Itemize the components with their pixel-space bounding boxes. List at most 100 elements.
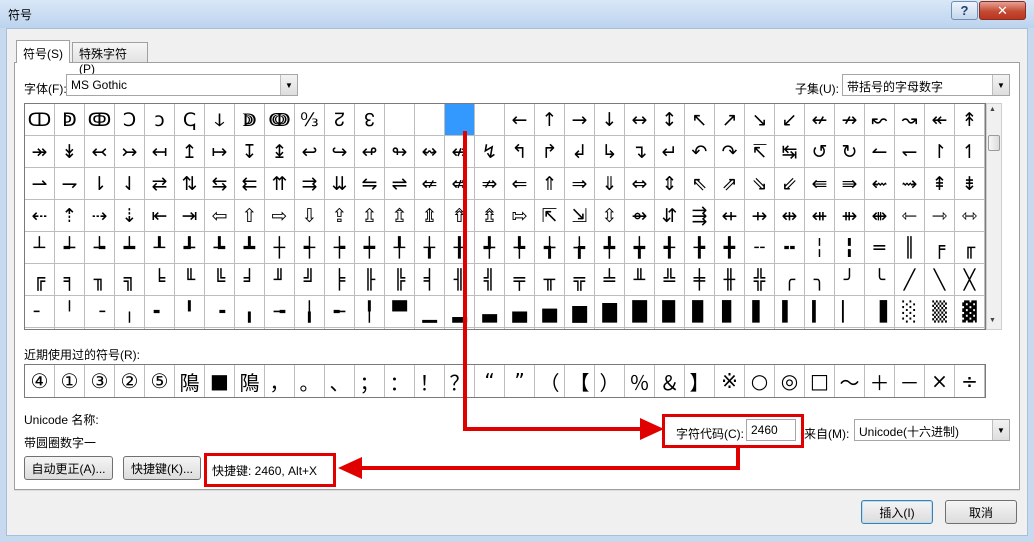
symbol-cell[interactable]: ╪ [685, 264, 715, 296]
symbol-cell[interactable]: ╛ [235, 264, 265, 296]
symbol-cell[interactable]: ↼ [865, 136, 895, 168]
symbol-cell[interactable]: ↅ [175, 104, 205, 136]
recent-symbol-cell[interactable]: ： [385, 365, 415, 397]
grid-scrollbar[interactable]: ▲ ▼ [986, 103, 1002, 330]
symbol-cell[interactable]: ╷ [115, 296, 145, 328]
symbol-cell[interactable]: ↵ [655, 136, 685, 168]
symbol-cell[interactable]: ↘ [745, 104, 775, 136]
symbol-cell[interactable]: ↪ [325, 136, 355, 168]
recent-symbol-cell[interactable]: ② [115, 365, 145, 397]
symbol-cell[interactable]: ⇠ [25, 200, 55, 232]
recent-symbol-cell[interactable]: × [925, 365, 955, 397]
symbol-cell[interactable]: ⇎ [445, 168, 475, 200]
symbol-cell[interactable]: ⇟ [955, 168, 985, 200]
symbol-cell[interactable]: ╚ [205, 264, 235, 296]
symbol-cell[interactable]: ╯ [835, 264, 865, 296]
symbol-cell[interactable]: ⇉ [295, 168, 325, 200]
symbol-cell[interactable]: ┿ [355, 232, 385, 264]
symbol-cell[interactable]: ▖ [85, 328, 115, 330]
symbol-cell[interactable]: ▰ [865, 328, 895, 330]
symbol-cell[interactable]: ⇂ [85, 168, 115, 200]
symbol-cell[interactable]: ⇔ [625, 168, 655, 200]
symbol-cell[interactable]: ┽ [295, 232, 325, 264]
recent-symbol-cell[interactable]: 。 [295, 365, 325, 397]
symbol-cell[interactable]: ▗ [115, 328, 145, 330]
symbol-cell[interactable]: ▁ [415, 296, 445, 328]
symbol-cell[interactable]: ↏ [475, 104, 505, 136]
symbol-cell[interactable]: ░ [895, 296, 925, 328]
symbol-cell[interactable]: ╤ [505, 264, 535, 296]
font-select[interactable]: MS Gothic ▼ [66, 74, 298, 96]
symbol-cell[interactable]: ╮ [805, 264, 835, 296]
recent-symbol-cell[interactable]: ③ [85, 365, 115, 397]
symbol-cell[interactable]: ↾ [925, 136, 955, 168]
symbol-cell[interactable]: ⇸ [745, 200, 775, 232]
symbol-cell[interactable]: ▘ [145, 328, 175, 330]
symbol-cell[interactable]: ╵ [55, 296, 85, 328]
symbol-cell[interactable]: ↧ [235, 136, 265, 168]
symbol-cell[interactable]: ┹ [175, 232, 205, 264]
symbol-cell[interactable]: ╀ [385, 232, 415, 264]
symbol-cell[interactable]: ▬ [745, 328, 775, 330]
symbol-cell[interactable]: ↜ [865, 104, 895, 136]
symbol-cell[interactable]: ┶ [85, 232, 115, 264]
symbol-cell[interactable]: ╳ [955, 264, 985, 296]
symbol-cell[interactable]: ╘ [145, 264, 175, 296]
symbol-cell[interactable]: ╿ [355, 296, 385, 328]
symbol-cell[interactable]: ⇲ [565, 200, 595, 232]
symbol-cell[interactable]: ╝ [295, 264, 325, 296]
symbol-cell[interactable]: ⇬ [385, 200, 415, 232]
symbol-cell[interactable]: ╶ [85, 296, 115, 328]
symbol-cell[interactable]: ╃ [475, 232, 505, 264]
symbol-cell[interactable]: ⇰ [505, 200, 535, 232]
symbol-cell[interactable]: ▍ [775, 296, 805, 328]
symbol-cell[interactable]: ⇝ [895, 168, 925, 200]
symbol-cell[interactable]: ↴ [625, 136, 655, 168]
close-button[interactable]: ✕ [979, 1, 1026, 20]
symbol-cell[interactable]: ↛ [835, 104, 865, 136]
symbol-cell[interactable]: ⇃ [115, 168, 145, 200]
symbol-cell[interactable]: ╊ [685, 232, 715, 264]
recent-symbol-cell[interactable]: ； [355, 365, 385, 397]
symbol-cell[interactable]: ■ [385, 328, 415, 330]
symbol-cell[interactable]: ▄ [505, 296, 535, 328]
symbol-cell[interactable]: ┺ [205, 232, 235, 264]
symbol-cell[interactable]: ▟ [355, 328, 385, 330]
symbol-cell[interactable]: ▀ [385, 296, 415, 328]
symbol-cell[interactable]: ╹ [175, 296, 205, 328]
symbol-cell[interactable]: ▤ [505, 328, 535, 330]
symbol-cell[interactable]: ▲ [925, 328, 955, 330]
symbol-cell[interactable]: ┷ [115, 232, 145, 264]
symbol-cell[interactable]: ⇄ [145, 168, 175, 200]
symbol-cell[interactable]: ↓ [595, 104, 625, 136]
symbol-cell[interactable]: ╽ [295, 296, 325, 328]
recent-symbol-cell[interactable]: ＋ [865, 365, 895, 397]
recent-symbol-cell[interactable]: “ [475, 365, 505, 397]
symbol-cell[interactable]: ║ [895, 232, 925, 264]
symbol-cell[interactable]: ↄ [145, 104, 175, 136]
symbol-cell[interactable]: ▊ [685, 296, 715, 328]
recent-symbol-cell[interactable]: ， [265, 365, 295, 397]
symbol-cell[interactable]: ↂ [85, 104, 115, 136]
symbol-cell[interactable]: ↝ [895, 104, 925, 136]
symbol-cell[interactable]: ⇱ [535, 200, 565, 232]
symbol-cell[interactable]: ▨ [625, 328, 655, 330]
symbol-cell[interactable]: ▔ [25, 328, 55, 330]
recent-symbol-cell[interactable]: ① [55, 365, 85, 397]
symbol-cell[interactable]: ⇧ [235, 200, 265, 232]
symbol-cell[interactable]: ↑ [535, 104, 565, 136]
symbol-cell[interactable]: ╗ [115, 264, 145, 296]
cancel-button[interactable]: 取消 [945, 500, 1017, 524]
symbol-cell[interactable]: ↗ [715, 104, 745, 136]
symbol-cell[interactable]: ╭ [775, 264, 805, 296]
symbol-cell[interactable]: ↍ [415, 104, 445, 136]
symbol-cell[interactable]: ┾ [325, 232, 355, 264]
charcode-input[interactable]: 2460 [746, 419, 796, 441]
symbol-cell[interactable]: ╓ [955, 232, 985, 264]
symbol-cell[interactable]: ┵ [55, 232, 85, 264]
symbol-cell[interactable]: ╸ [145, 296, 175, 328]
recent-symbol-cell[interactable]: 隝 [235, 365, 265, 397]
symbol-cell[interactable]: ↶ [685, 136, 715, 168]
symbol-cell[interactable]: ⇮ [445, 200, 475, 232]
symbol-cell[interactable]: ⇇ [235, 168, 265, 200]
